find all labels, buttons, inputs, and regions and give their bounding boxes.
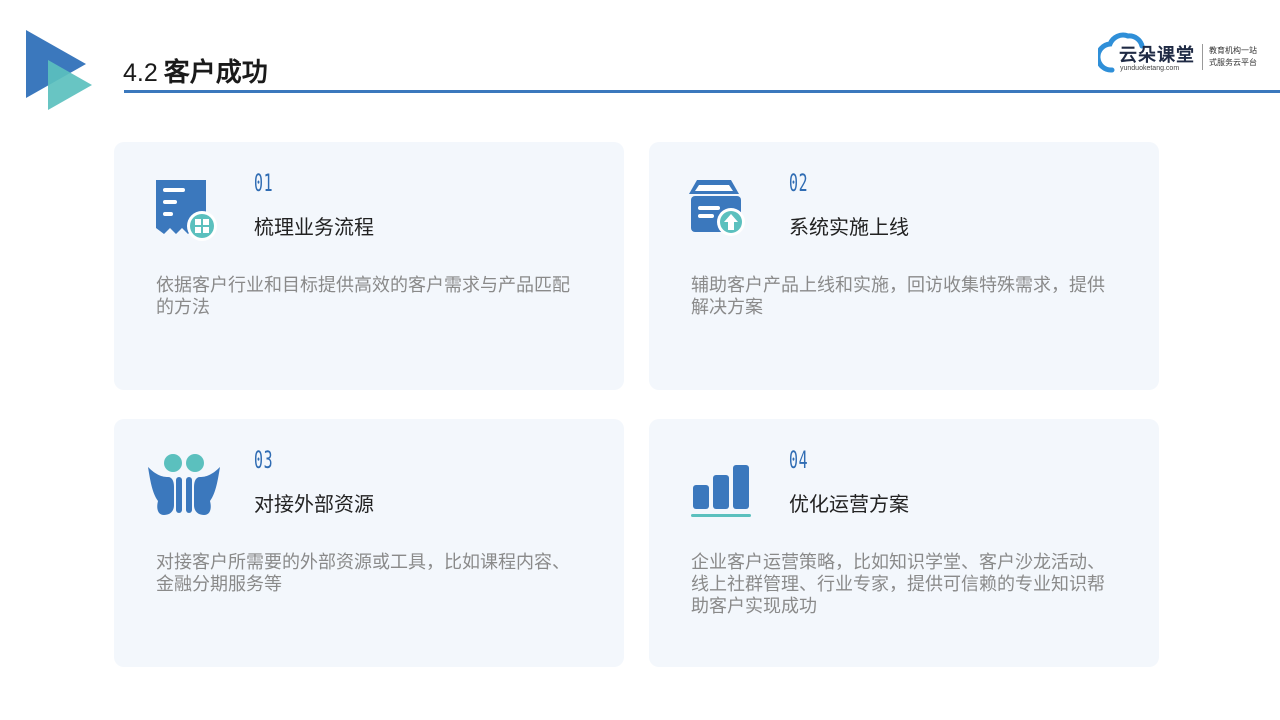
card-description: 对接客户所需要的外部资源或工具，比如课程内容、金融分期服务等: [156, 552, 570, 595]
title-underline: [124, 90, 1280, 93]
card-operation-plan: 04 优化运营方案 企业客户运营策略，比如知识学堂、客户沙龙活动、线上社群管理、…: [649, 419, 1159, 667]
brand-logo: 云朵课堂 yunduoketang.com 教育机构一站 式服务云平台: [1098, 30, 1270, 76]
card-external-resources: 03 对接外部资源 对接客户所需要的外部资源或工具，比如课程内容、金融分期服务等: [114, 419, 624, 667]
card-title: 对接外部资源: [254, 492, 374, 516]
brand-divider: [1202, 44, 1203, 70]
card-number: 02: [789, 169, 809, 197]
card-title: 梳理业务流程: [254, 215, 374, 239]
brand-slogan-line: 式服务云平台: [1209, 58, 1257, 67]
brand-url: yunduoketang.com: [1120, 65, 1180, 72]
card-title: 优化运营方案: [789, 492, 909, 516]
card-number: 04: [789, 446, 809, 474]
document-icon: [156, 180, 217, 241]
brand-name: 云朵课堂: [1119, 45, 1195, 66]
card-title: 系统实施上线: [789, 215, 909, 239]
card-business-process: 01 梳理业务流程 依据客户行业和目标提供高效的客户需求与产品匹配的方法: [114, 142, 624, 390]
section-title: 客户成功: [163, 58, 268, 88]
upload-box-icon: [689, 180, 745, 236]
card-description: 辅助客户产品上线和实施，回访收集特殊需求，提供解决方案: [691, 275, 1105, 318]
card-description: 依据客户行业和目标提供高效的客户需求与产品匹配的方法: [156, 275, 570, 318]
section-number: 4.2: [123, 59, 158, 87]
card-number: 01: [254, 169, 274, 197]
bar-chart-icon: [691, 465, 751, 517]
partners-icon: [148, 454, 220, 515]
card-system-launch: 02 系统实施上线 辅助客户产品上线和实施，回访收集特殊需求，提供解决方案: [649, 142, 1159, 390]
card-number: 03: [254, 446, 274, 474]
page-title: 4.2 客户成功: [123, 52, 268, 89]
card-description: 企业客户运营策略，比如知识学堂、客户沙龙活动、线上社群管理、行业专家，提供可信赖…: [691, 552, 1105, 617]
brand-slogan-line: 教育机构一站: [1209, 46, 1257, 55]
play-arrow-logo-icon: [26, 30, 92, 110]
brand-slogan: 教育机构一站 式服务云平台: [1209, 45, 1269, 69]
